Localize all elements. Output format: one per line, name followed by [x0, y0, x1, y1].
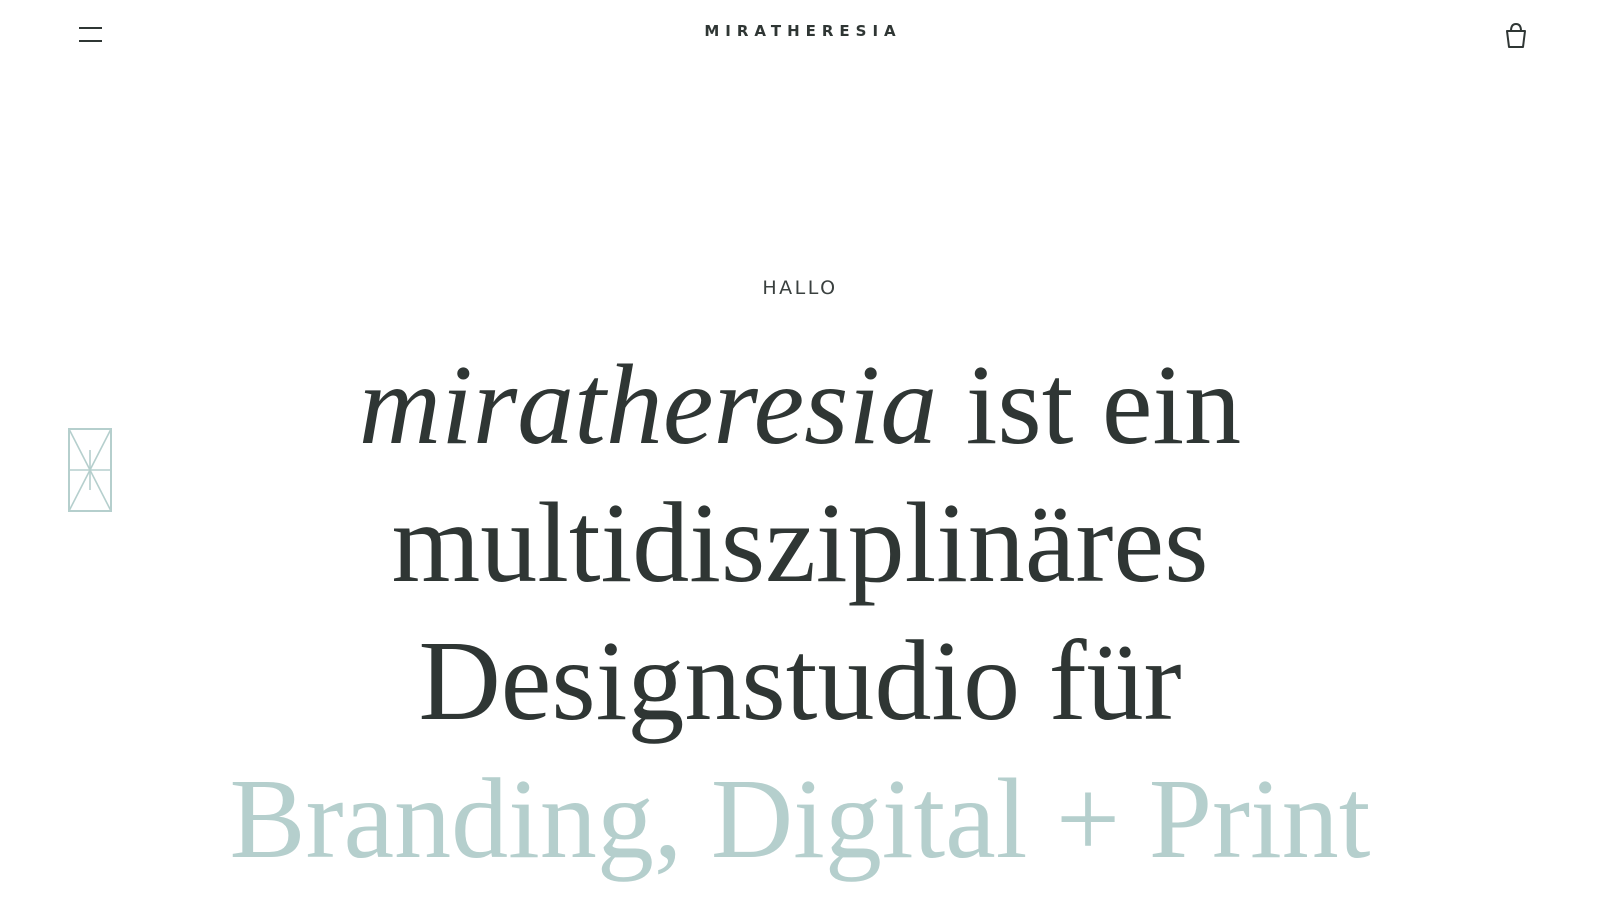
hero-headline: miratheresia ist ein multidisziplinäres …	[0, 336, 1600, 888]
headline-line-1-rest: ist ein	[937, 341, 1242, 468]
headline-line-2: multidisziplinäres	[391, 479, 1209, 606]
brand-logo[interactable]: MIRATHERESIA	[0, 22, 1600, 40]
shopping-basket-icon	[1498, 18, 1534, 52]
hero-eyebrow: HALLO	[762, 277, 838, 299]
headline-line-3: Designstudio für	[418, 617, 1182, 744]
brand-name-italic: miratheresia	[358, 341, 938, 468]
cart-button[interactable]	[1498, 18, 1534, 52]
headline-line-4-services: Branding, Digital + Print	[229, 755, 1371, 882]
headline-line-1: miratheresia ist ein	[0, 336, 1600, 474]
